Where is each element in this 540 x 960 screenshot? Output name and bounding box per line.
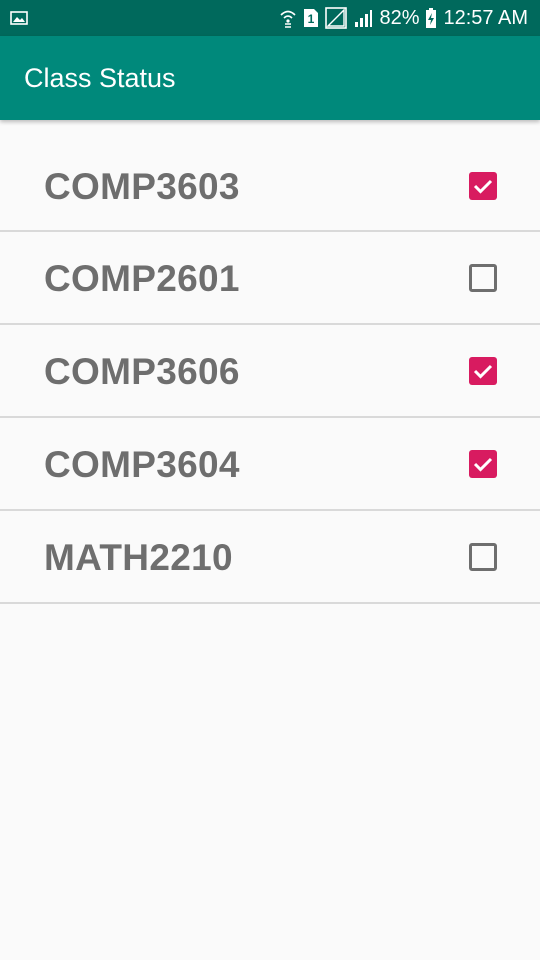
checkmark-icon <box>473 364 493 379</box>
list-item[interactable]: COMP3606 <box>0 325 540 418</box>
status-right: 1 82% 12:57 AM <box>279 7 528 30</box>
sim-slot-number: 1 <box>308 12 315 26</box>
course-checkbox[interactable] <box>469 357 497 385</box>
checkmark-icon <box>473 457 493 472</box>
battery-percent: 82% <box>379 6 420 29</box>
gallery-icon <box>10 11 28 25</box>
list-item[interactable]: MATH2210 <box>0 511 540 604</box>
course-checkbox[interactable] <box>469 450 497 478</box>
list-item[interactable]: COMP3603 <box>0 140 540 232</box>
list-item[interactable]: COMP2601 <box>0 232 540 325</box>
wifi-calling-icon <box>279 8 297 28</box>
page-title: Class Status <box>24 62 176 93</box>
sim-1-icon: 1 <box>303 8 319 28</box>
course-label: COMP3606 <box>44 351 240 392</box>
battery-charging-icon <box>425 7 437 29</box>
status-bar: 1 82% 12:57 AM <box>0 0 540 36</box>
course-label: MATH2210 <box>44 537 233 578</box>
no-signal-icon <box>325 7 348 29</box>
signal-icon <box>353 8 373 28</box>
course-list: COMP3603 COMP2601 COMP3606 COMP3604 MATH… <box>0 140 540 604</box>
app-bar: Class Status <box>0 36 540 120</box>
course-checkbox[interactable] <box>469 172 497 200</box>
course-checkbox[interactable] <box>469 543 497 571</box>
course-checkbox[interactable] <box>469 264 497 292</box>
status-left <box>10 11 279 25</box>
course-label: COMP3603 <box>44 166 240 207</box>
list-item[interactable]: COMP3604 <box>0 418 540 511</box>
status-time: 12:57 AM <box>443 6 528 29</box>
course-label: COMP2601 <box>44 258 240 299</box>
course-label: COMP3604 <box>44 444 240 485</box>
checkmark-icon <box>473 179 493 194</box>
